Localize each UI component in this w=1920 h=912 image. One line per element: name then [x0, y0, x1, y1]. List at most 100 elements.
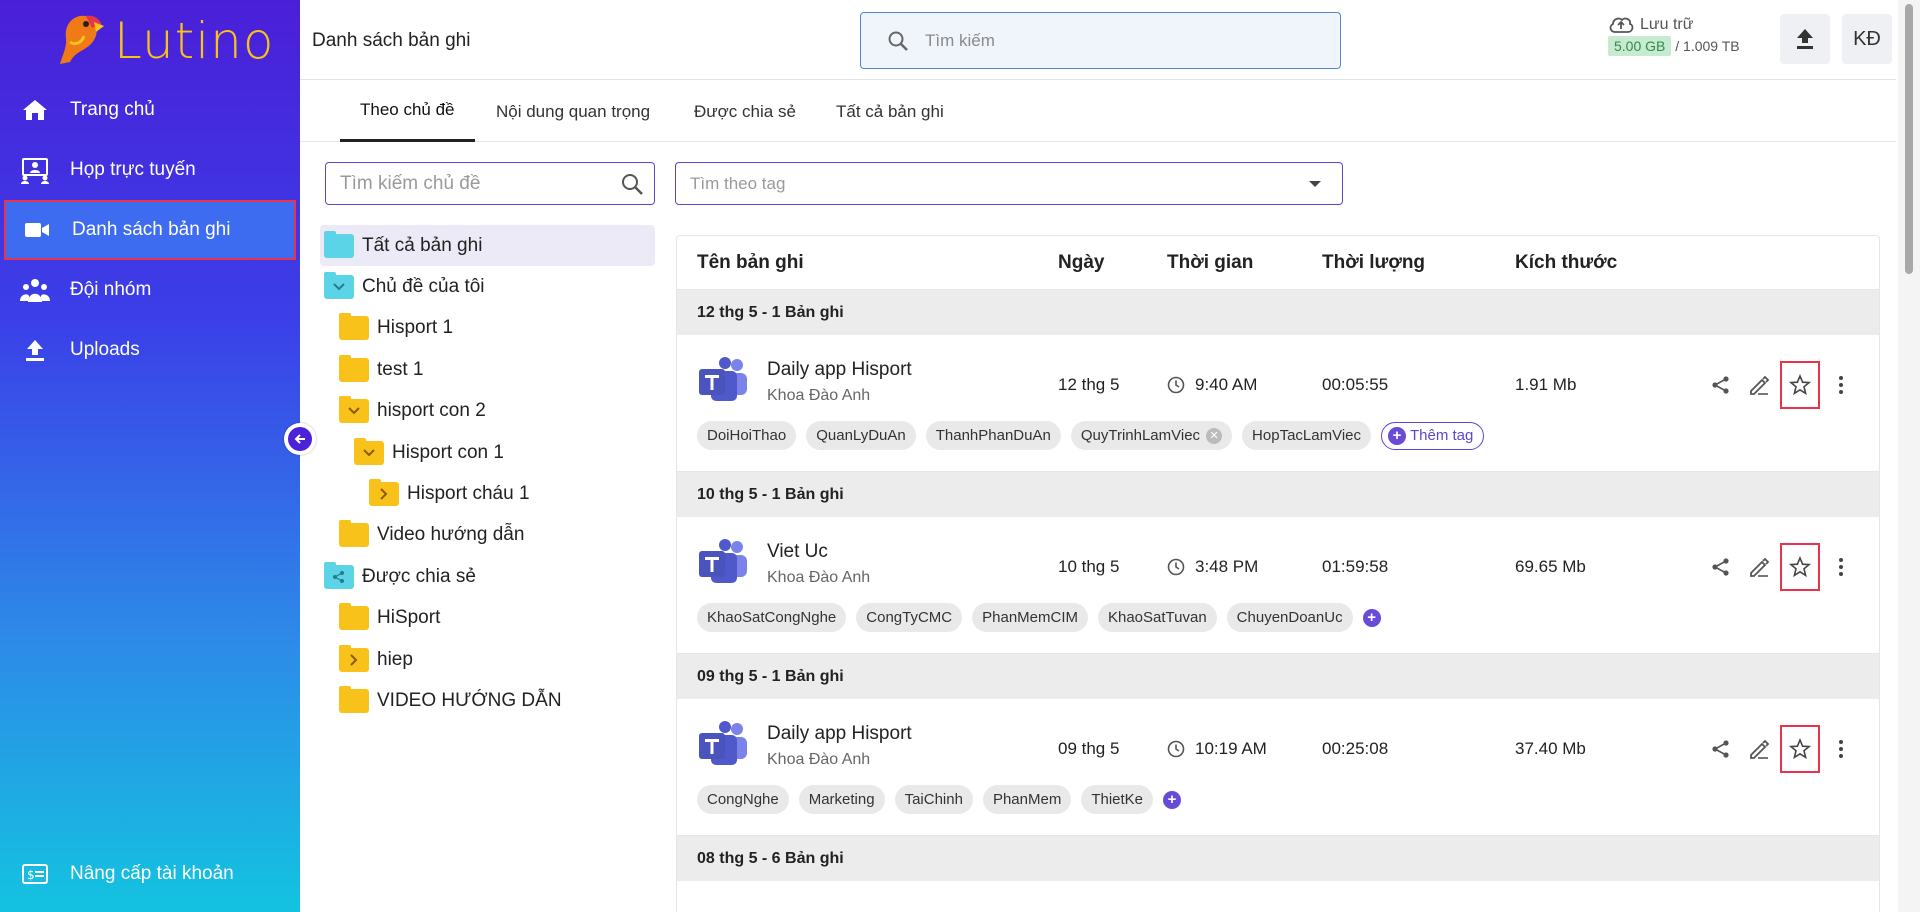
- tag-label: ChuyenDoanUc: [1236, 609, 1343, 626]
- favorite-button[interactable]: [1780, 361, 1820, 409]
- topic-search-input[interactable]: [340, 172, 610, 195]
- upload-icon: [1797, 29, 1813, 49]
- sidebar-item-uploads[interactable]: Uploads: [0, 320, 300, 380]
- tag-chip[interactable]: PhanMem: [982, 785, 1072, 814]
- sidebar-nav: Trang chủ Họp trực tuyến Danh sách bản g…: [0, 80, 300, 380]
- share-button[interactable]: [1702, 365, 1740, 405]
- tag-chip[interactable]: ThietKe: [1081, 785, 1154, 814]
- search-icon[interactable]: [620, 172, 644, 196]
- topic-video-huong-dan-caps[interactable]: VIDEO HƯỚNG DẪN: [320, 680, 655, 721]
- folder-open-icon: [339, 396, 369, 424]
- favorite-button[interactable]: [1780, 543, 1820, 591]
- sidebar-item-label: Trang chủ: [70, 99, 155, 120]
- row-actions: [1702, 361, 1860, 409]
- topic-hisport-1[interactable]: Hisport 1: [320, 308, 655, 349]
- edit-button[interactable]: [1740, 729, 1778, 769]
- logo[interactable]: Lutino: [56, 12, 274, 70]
- avatar-button[interactable]: KĐ: [1842, 14, 1892, 64]
- favorite-button[interactable]: [1780, 725, 1820, 773]
- global-search[interactable]: [860, 12, 1341, 69]
- tab-by-topic[interactable]: Theo chủ đề: [340, 81, 475, 142]
- record-date: 09 thg 5: [1058, 739, 1120, 758]
- add-tag-icon[interactable]: +: [1362, 608, 1381, 627]
- record-duration: 01:59:58: [1322, 557, 1389, 576]
- column-header: Kích thước: [1515, 252, 1618, 273]
- sidebar: Lutino Trang chủ Họp trực tuyến Danh sác…: [0, 0, 300, 912]
- page-title: Danh sách bản ghi: [312, 30, 471, 51]
- search-input[interactable]: [925, 30, 1305, 51]
- tag-chip[interactable]: KhaoSatCongNghe: [697, 603, 847, 632]
- sidebar-item-upgrade[interactable]: $ Nâng cấp tài khoản: [0, 844, 300, 904]
- topic-my-topics[interactable]: Chủ đề của tôi: [320, 266, 655, 307]
- scrollbar-thumb[interactable]: [1905, 4, 1913, 274]
- upgrade-icon: $: [20, 859, 50, 889]
- tag-label: PhanMem: [992, 791, 1062, 808]
- column-header: Tên bản ghi: [697, 252, 804, 273]
- topic-hisport-con-1[interactable]: Hisport con 1: [320, 432, 655, 473]
- tag-chip[interactable]: HopTacLamViec: [1242, 421, 1371, 450]
- tag-chip[interactable]: ThanhPhanDuAn: [925, 421, 1061, 450]
- add-tag-icon[interactable]: +: [1163, 790, 1182, 809]
- topic-video-huong-dan[interactable]: Video hướng dẫn: [320, 515, 655, 556]
- tag-chip[interactable]: Marketing: [798, 785, 885, 814]
- topic-label: Hisport cháu 1: [407, 483, 530, 505]
- tag-chip[interactable]: DoiHoiThao: [697, 421, 797, 450]
- tab-important[interactable]: Nội dung quan trọng: [476, 81, 670, 142]
- edit-button[interactable]: [1740, 365, 1778, 405]
- sidebar-item-meeting[interactable]: Họp trực tuyến: [0, 140, 300, 200]
- record-size: 69.65 Mb: [1515, 557, 1586, 576]
- tag-filter-select[interactable]: Tìm theo tag: [675, 162, 1343, 205]
- record-time: 9:40 AM: [1167, 375, 1257, 395]
- record-title[interactable]: Viet Uc: [767, 541, 828, 563]
- sidebar-item-label: Uploads: [70, 339, 140, 360]
- upload-button[interactable]: [1780, 14, 1830, 64]
- plus-icon: +: [1388, 426, 1406, 445]
- clock-icon: [1167, 376, 1185, 394]
- record-title[interactable]: Daily app Hisport: [767, 723, 912, 745]
- tag-chip[interactable]: PhanMemCIM: [972, 603, 1088, 632]
- tag-chip[interactable]: ChuyenDoanUc: [1226, 603, 1353, 632]
- more-button[interactable]: [1822, 729, 1860, 769]
- topic-label: test 1: [377, 358, 424, 380]
- topic-search[interactable]: [325, 162, 655, 205]
- edit-button[interactable]: [1740, 547, 1778, 587]
- sidebar-item-team[interactable]: Đội nhóm: [0, 260, 300, 320]
- tab-shared[interactable]: Được chia sẻ: [674, 81, 816, 142]
- topic-label: VIDEO HƯỚNG DẪN: [377, 689, 562, 711]
- record-title[interactable]: Daily app Hisport: [767, 359, 912, 381]
- collapse-sidebar-button[interactable]: [284, 423, 316, 455]
- table-row[interactable]: Daily app Hisport Khoa Đào Anh 09 thg 5 …: [677, 699, 1879, 836]
- folder-closed-icon: [339, 644, 369, 672]
- share-button[interactable]: [1702, 729, 1740, 769]
- tag-chip[interactable]: CongTyCMC: [856, 603, 963, 632]
- parrot-logo-icon: [60, 15, 104, 64]
- tag-chip[interactable]: KhaoSatTuvan: [1097, 603, 1217, 632]
- topic-shared[interactable]: Được chia sẻ: [320, 556, 655, 597]
- remove-tag-icon[interactable]: ✕: [1206, 427, 1223, 444]
- topic-test-1[interactable]: test 1: [320, 349, 655, 390]
- tab-label: Tất cả bản ghi: [836, 101, 944, 121]
- tag-chip[interactable]: TaiChinh: [894, 785, 973, 814]
- more-button[interactable]: [1822, 547, 1860, 587]
- more-button[interactable]: [1822, 365, 1860, 405]
- topic-hisport[interactable]: HiSport: [320, 598, 655, 639]
- tab-all[interactable]: Tất cả bản ghi: [816, 81, 964, 142]
- sidebar-item-home[interactable]: Trang chủ: [0, 80, 300, 140]
- tag-chip[interactable]: QuyTrinhLamViec ✕: [1070, 421, 1233, 450]
- tag-label: KhaoSatTuvan: [1107, 609, 1207, 626]
- folder-closed-icon: [369, 479, 399, 507]
- share-button[interactable]: [1702, 547, 1740, 587]
- topic-all-recordings[interactable]: Tất cả bản ghi: [320, 225, 655, 267]
- topic-hiep[interactable]: hiep: [320, 639, 655, 680]
- page-scrollbar[interactable]: [1898, 0, 1920, 912]
- topic-hisport-chau-1[interactable]: Hisport cháu 1: [320, 473, 655, 514]
- topic-hisport-con-2[interactable]: hisport con 2: [320, 391, 655, 432]
- tag-chip[interactable]: CongNghe: [697, 785, 789, 814]
- avatar: KĐ: [1853, 27, 1881, 50]
- svg-text:$: $: [27, 868, 35, 882]
- tag-chip[interactable]: QuanLyDuAn: [806, 421, 916, 450]
- table-row[interactable]: Viet Uc Khoa Đào Anh 10 thg 5 3:48 PM 01…: [677, 517, 1879, 654]
- table-row[interactable]: Daily app Hisport Khoa Đào Anh 12 thg 5 …: [677, 335, 1879, 472]
- add-tag-button[interactable]: + Thêm tag: [1381, 421, 1485, 450]
- sidebar-item-recordings[interactable]: Danh sách bản ghi: [4, 200, 296, 260]
